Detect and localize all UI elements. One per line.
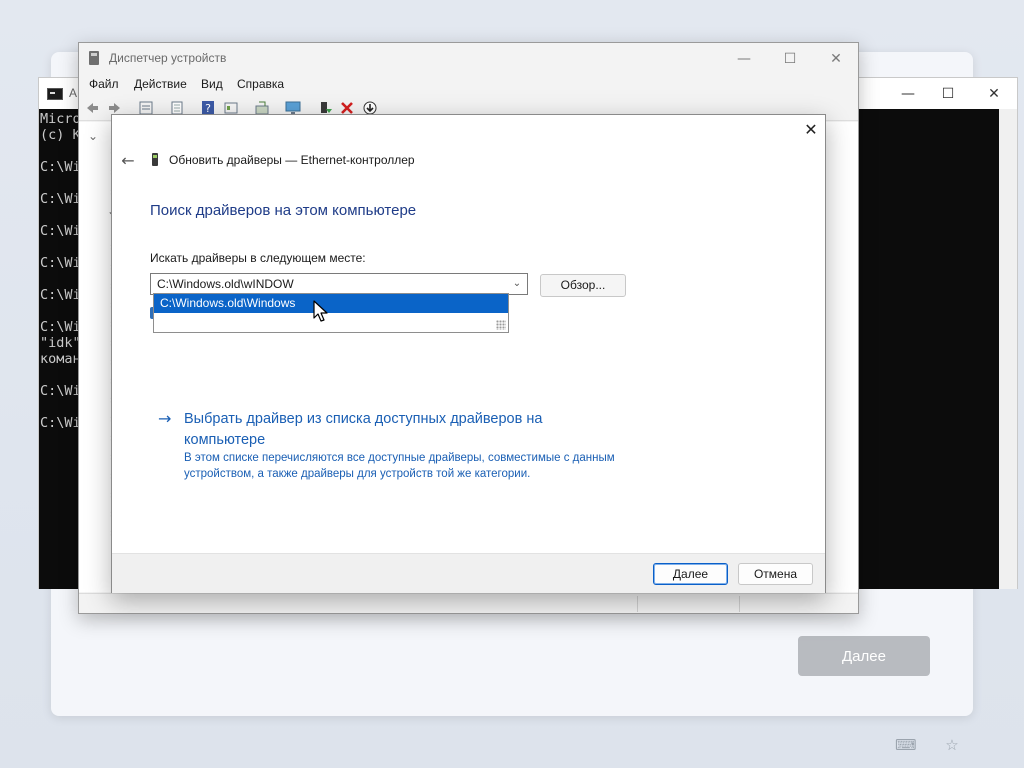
next-button[interactable]: Далее — [653, 563, 728, 585]
keyboard-icon[interactable]: ⌨ — [895, 736, 917, 754]
menu-view[interactable]: Вид — [201, 77, 223, 91]
network-adapter-icon — [152, 153, 158, 166]
arrow-right-icon: → — [158, 409, 172, 428]
pick-driver-description: В этом списке перечисляются все доступны… — [184, 452, 615, 480]
browse-button[interactable]: Обзор... — [540, 274, 626, 297]
close-button[interactable]: ✕ — [971, 80, 1017, 108]
accessibility-icon[interactable]: ☆ — [943, 736, 961, 754]
console-icon — [47, 88, 63, 100]
driver-path-input[interactable]: C:\Windows.old\wINDOW — [157, 277, 294, 291]
chevron-down-icon[interactable]: ⌄ — [511, 276, 523, 292]
driver-path-combobox[interactable]: C:\Windows.old\wINDOW ⌄ — [150, 273, 528, 295]
status-divider — [739, 596, 740, 612]
dialog-footer: Далее Отмена — [112, 553, 825, 593]
close-button[interactable]: ✕ — [813, 45, 859, 73]
console-scrollbar[interactable] — [999, 109, 1017, 589]
resize-grip-icon[interactable] — [496, 320, 506, 330]
device-manager-icon — [89, 51, 99, 65]
autocomplete-suggestion[interactable]: C:\Windows.old\Windows — [154, 294, 508, 313]
search-location-label: Искать драйверы в следующем месте: — [150, 251, 366, 265]
device-manager-titlebar[interactable]: Диспетчер устройств — ☐ ✕ — [79, 43, 858, 74]
maximize-button[interactable]: ☐ — [925, 80, 971, 108]
menu-action[interactable]: Действие — [134, 77, 187, 91]
cancel-button[interactable]: Отмена — [738, 563, 813, 585]
status-divider — [637, 596, 638, 612]
dialog-title: Обновить драйверы — Ethernet-контроллер — [169, 153, 415, 167]
console-title: А — [69, 86, 78, 100]
device-manager-title: Диспетчер устройств — [109, 51, 227, 65]
update-drivers-dialog: ✕ ← Обновить драйверы — Ethernet-контрол… — [111, 114, 826, 593]
minimize-button[interactable]: — — [721, 45, 767, 73]
page-heading: Поиск драйверов на этом компьютере — [150, 202, 417, 219]
mouse-cursor-icon — [313, 300, 328, 322]
menu-file[interactable]: Файл — [89, 77, 119, 91]
close-button[interactable]: ✕ — [800, 119, 822, 141]
tree-expander[interactable]: ⌄ — [87, 130, 99, 142]
back-icon[interactable] — [83, 100, 101, 118]
status-bar — [79, 593, 858, 613]
setup-next-button[interactable]: Далее — [798, 636, 930, 676]
autocomplete-list: C:\Windows.old\Windows — [153, 293, 509, 333]
back-button[interactable]: ← — [118, 151, 138, 171]
maximize-button[interactable]: ☐ — [767, 45, 813, 73]
pick-driver-link[interactable]: Выбрать драйвер из списка доступных драй… — [184, 409, 604, 451]
menu-bar: Файл Действие Вид Справка — [79, 74, 858, 96]
menu-help[interactable]: Справка — [237, 77, 284, 91]
